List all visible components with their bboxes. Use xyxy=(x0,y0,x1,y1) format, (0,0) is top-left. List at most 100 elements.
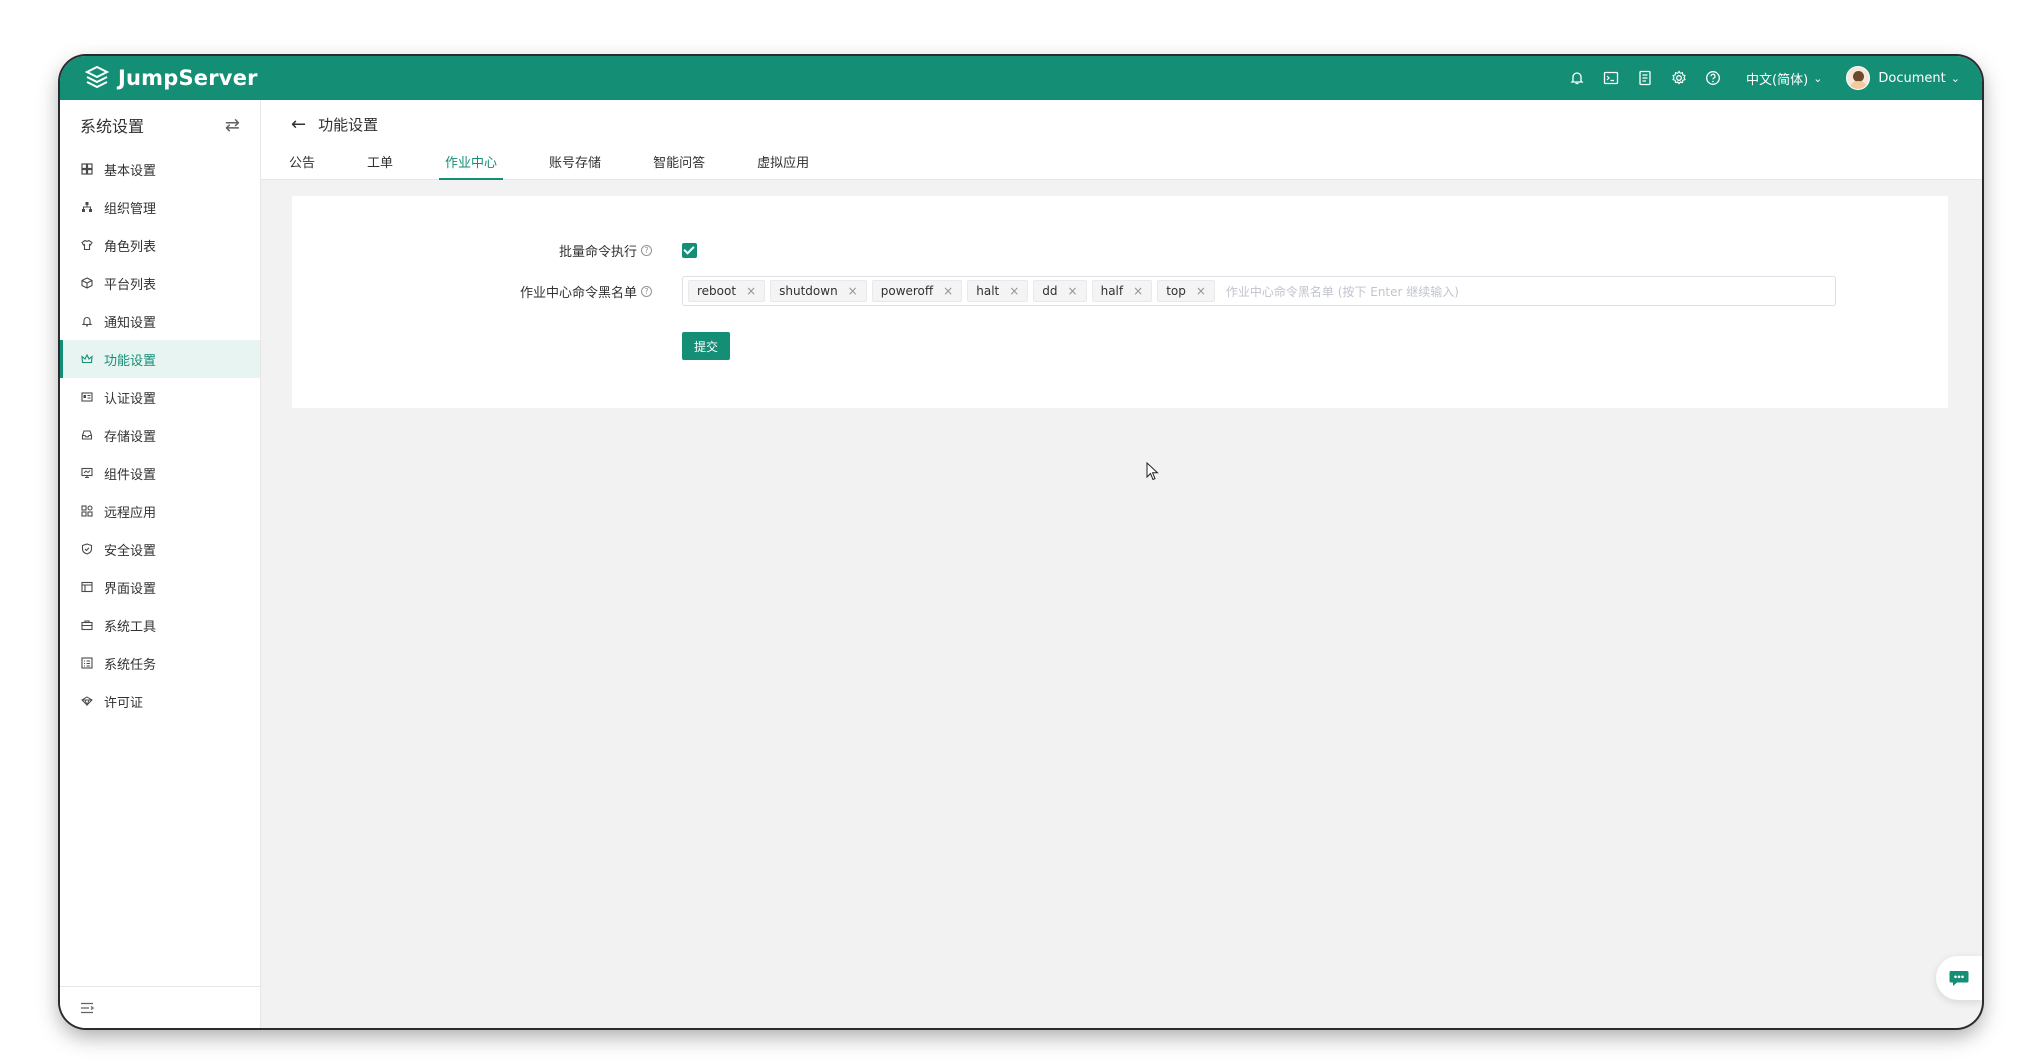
command-tag: dd × xyxy=(1033,280,1087,302)
sidebar-item-label: 平台列表 xyxy=(104,277,157,293)
command-tag-label: halt xyxy=(976,284,1000,298)
command-blacklist-row: 作业中心命令黑名单 ? reboot × shutdown × poweroff × hal… xyxy=(292,276,1836,306)
command-tag: halt × xyxy=(967,280,1029,302)
help-icon[interactable]: ? xyxy=(641,285,652,297)
sidebar-item-label: 远程应用 xyxy=(104,505,157,521)
command-tag: top × xyxy=(1157,280,1215,302)
sidebar-item-13[interactable]: 系统任务 xyxy=(60,644,260,682)
terminal-icon[interactable] xyxy=(1600,67,1622,89)
batch-command-checkbox[interactable] xyxy=(682,242,697,258)
sidebar-item-label: 许可证 xyxy=(104,695,144,711)
page-header: ← 功能设置 公告 工单 作业中心 账号存储 智能问答 虚拟应用 xyxy=(261,100,1982,180)
command-tag-label: top xyxy=(1166,284,1186,298)
document-icon[interactable] xyxy=(1634,67,1656,89)
sidebar-item-5[interactable]: 功能设置 xyxy=(60,340,260,378)
command-tag: half × xyxy=(1091,280,1153,302)
language-selector[interactable]: 中文(简体) ⌄ xyxy=(1746,69,1822,88)
sidebar-item-12[interactable]: 系统工具 xyxy=(60,606,260,644)
command-tag: shutdown × xyxy=(770,280,867,302)
back-arrow-icon[interactable]: ← xyxy=(291,114,306,135)
command-tag-label: shutdown xyxy=(779,284,838,298)
logo[interactable]: JumpServer xyxy=(84,65,258,91)
sidebar-collapse[interactable] xyxy=(60,986,260,1028)
sidebar-menu: 基本设置组织管理角色列表平台列表通知设置功能设置 认证设置存储设置组件设置远程应用… xyxy=(60,150,260,720)
command-tag-label: reboot xyxy=(697,284,737,298)
command-tag: poweroff × xyxy=(871,280,963,302)
chevron-down-icon: ⌄ xyxy=(1950,71,1960,85)
sidebar-item-label: 系统任务 xyxy=(104,657,157,673)
apps-icon xyxy=(80,504,94,518)
sidebar: 系统设置 ⇄ 基本设置组织管理角色列表平台列表通知设置功能设置 认证设置存储设置组… xyxy=(60,100,261,1028)
sidebar-item-14[interactable]: 许可证 xyxy=(60,682,260,720)
jumpserver-logo-icon xyxy=(84,65,110,89)
submit-row: 提交 xyxy=(292,332,731,360)
mouse-cursor-icon xyxy=(1146,462,1159,481)
shield-icon xyxy=(80,542,94,556)
close-icon[interactable]: × xyxy=(1133,284,1143,298)
bell-icon[interactable] xyxy=(1566,67,1588,89)
sidebar-item-label: 基本设置 xyxy=(104,163,157,179)
sidebar-item-label: 界面设置 xyxy=(104,581,157,597)
help-circle-icon[interactable] xyxy=(1702,67,1724,89)
command-blacklist-input[interactable]: reboot × shutdown × poweroff × halt × dd × half × to… xyxy=(682,276,1836,306)
sidebar-item-7[interactable]: 存储设置 xyxy=(60,416,260,454)
sidebar-item-label: 系统工具 xyxy=(104,619,157,635)
crown-icon xyxy=(80,352,94,366)
command-tag-label: poweroff xyxy=(880,284,934,298)
license-icon xyxy=(80,694,94,708)
command-tag-label: dd xyxy=(1042,284,1058,298)
close-icon[interactable]: × xyxy=(1068,284,1078,298)
close-icon[interactable]: × xyxy=(1009,284,1019,298)
language-label: 中文(简体) xyxy=(1746,72,1809,88)
chat-assistant-button[interactable] xyxy=(1936,956,1982,1000)
avatar xyxy=(1846,66,1871,90)
sidebar-title: 系统设置 xyxy=(80,117,145,136)
collapse-menu-icon xyxy=(81,1002,94,1013)
sidebar-item-9[interactable]: 远程应用 xyxy=(60,492,260,530)
sidebar-item-6[interactable]: 认证设置 xyxy=(60,378,260,416)
chat-bubble-icon xyxy=(1949,971,1969,986)
sidebar-item-11[interactable]: 界面设置 xyxy=(60,568,260,606)
close-icon[interactable]: × xyxy=(746,284,756,298)
sidebar-item-10[interactable]: 安全设置 xyxy=(60,530,260,568)
tab-5[interactable]: 虚拟应用 xyxy=(755,144,811,180)
close-icon[interactable]: × xyxy=(1196,284,1206,298)
sidebar-item-0[interactable]: 基本设置 xyxy=(60,150,260,188)
batch-command-label: 批量命令执行 xyxy=(558,244,637,260)
tab-2[interactable]: 作业中心 xyxy=(439,144,504,180)
sidebar-item-label: 通知设置 xyxy=(104,315,157,331)
grid-icon xyxy=(80,162,94,176)
sidebar-item-2[interactable]: 角色列表 xyxy=(60,226,260,264)
tab-3[interactable]: 账号存储 xyxy=(547,144,603,180)
tag-input-placeholder[interactable]: 作业中心命令黑名单 (按下 Enter 继续输入) xyxy=(1226,283,1459,300)
sidebar-item-3[interactable]: 平台列表 xyxy=(60,264,260,302)
batch-command-row: 批量命令执行 ? xyxy=(292,240,697,260)
app-window: JumpServer 中文(简体) ⌄ Document ⌄ 系统设置 ⇄ 基本… xyxy=(60,56,1982,1028)
sidebar-item-8[interactable]: 组件设置 xyxy=(60,454,260,492)
close-icon[interactable]: × xyxy=(848,284,858,298)
task-list-icon xyxy=(80,656,94,670)
tab-0[interactable]: 公告 xyxy=(287,144,317,180)
help-icon[interactable]: ? xyxy=(641,244,652,256)
sidebar-item-4[interactable]: 通知设置 xyxy=(60,302,260,340)
layout-icon xyxy=(80,580,94,594)
id-card-icon xyxy=(80,390,94,404)
tab-bar: 公告 工单 作业中心 账号存储 智能问答 虚拟应用 xyxy=(287,144,859,180)
bell-icon xyxy=(80,314,94,328)
sidebar-item-label: 组织管理 xyxy=(104,201,157,217)
submit-button[interactable]: 提交 xyxy=(682,332,731,360)
sidebar-item-label: 角色列表 xyxy=(104,239,157,255)
sidebar-item-1[interactable]: 组织管理 xyxy=(60,188,260,226)
user-menu[interactable]: Document ⌄ xyxy=(1846,66,1960,90)
switch-icon[interactable]: ⇄ xyxy=(225,115,240,136)
command-tag: reboot × xyxy=(688,280,766,302)
gear-icon[interactable] xyxy=(1668,67,1690,89)
tab-1[interactable]: 工单 xyxy=(365,144,395,180)
chevron-down-icon: ⌄ xyxy=(1813,71,1823,85)
org-tree-icon xyxy=(80,200,94,214)
close-icon[interactable]: × xyxy=(943,284,953,298)
brand-name: JumpServer xyxy=(118,66,258,90)
top-header: JumpServer 中文(简体) ⌄ Document ⌄ xyxy=(60,56,1982,100)
tab-4[interactable]: 智能问答 xyxy=(651,144,707,180)
sidebar-item-label: 存储设置 xyxy=(104,429,157,445)
